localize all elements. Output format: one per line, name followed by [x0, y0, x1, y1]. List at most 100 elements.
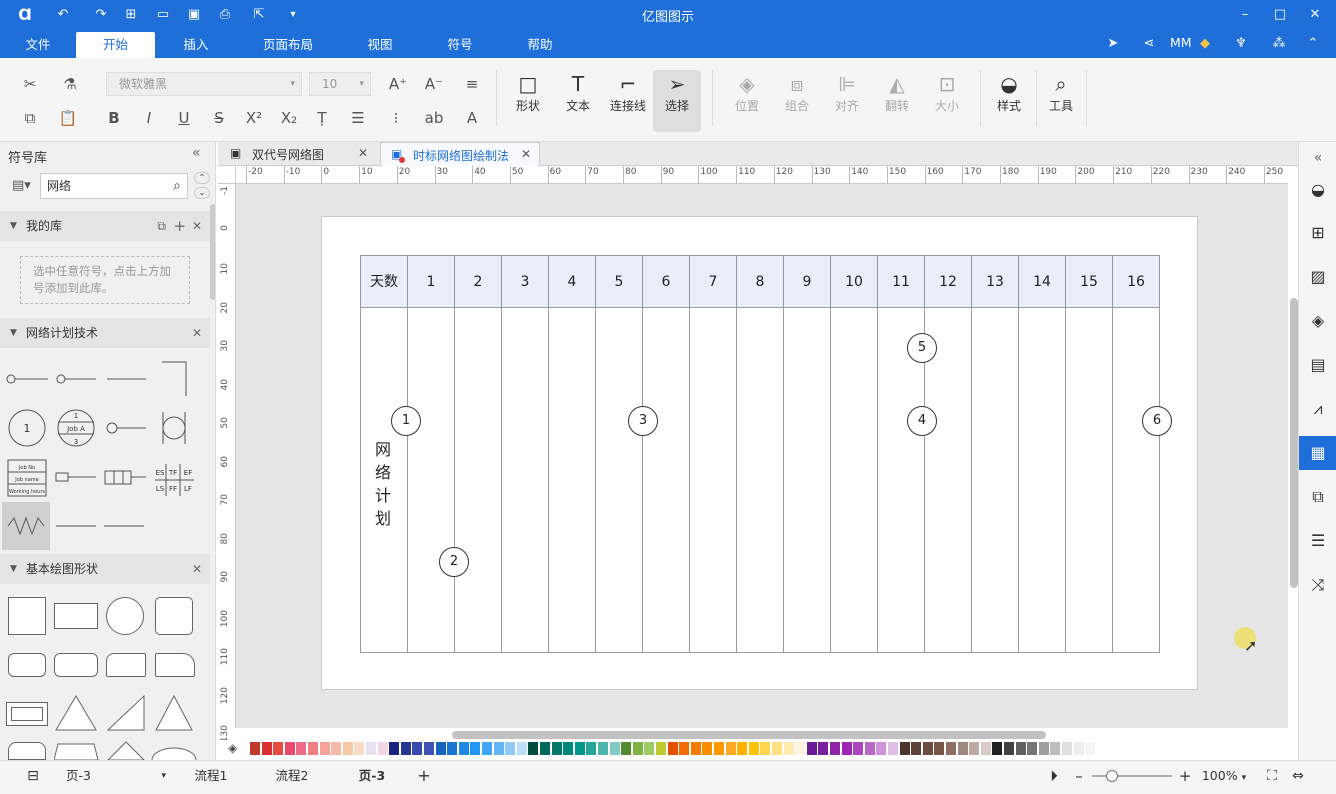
- fill-icon[interactable]: ◒: [1307, 179, 1329, 201]
- library-menu-icon[interactable]: ▤▾: [12, 178, 31, 193]
- color-swatch[interactable]: [609, 742, 620, 755]
- align-text-icon[interactable]: ≡: [460, 74, 484, 94]
- add-icon[interactable]: +: [173, 211, 186, 241]
- color-swatch[interactable]: [702, 742, 713, 755]
- tool-text[interactable]: T 文本: [555, 70, 601, 114]
- underline-icon[interactable]: U: [172, 108, 196, 128]
- font-size-select[interactable]: 10 ▾: [309, 72, 371, 96]
- color-swatch[interactable]: [818, 742, 829, 755]
- tool-align[interactable]: ⊫ 对齐: [824, 70, 870, 114]
- color-swatch[interactable]: [1062, 742, 1072, 755]
- color-swatch[interactable]: [261, 742, 272, 755]
- square-shape[interactable]: [8, 597, 46, 635]
- horizontal-scrollbar[interactable]: [452, 731, 1046, 739]
- color-swatch[interactable]: [308, 742, 318, 755]
- color-swatch[interactable]: [1096, 742, 1107, 755]
- apps-icon[interactable]: ⁂: [1270, 35, 1288, 53]
- color-swatch[interactable]: [1004, 742, 1014, 755]
- collapse-panel-icon[interactable]: «: [192, 145, 201, 161]
- text-style-icon[interactable]: Ṭ: [310, 108, 334, 128]
- color-swatch[interactable]: [284, 742, 295, 755]
- menu-symbol[interactable]: 符号: [436, 32, 484, 58]
- color-swatch[interactable]: [1073, 742, 1084, 755]
- page-icon[interactable]: ▤: [1307, 354, 1329, 376]
- collapse-ribbon-icon[interactable]: ⌃: [1304, 35, 1322, 53]
- expand-panel-icon[interactable]: «: [1307, 147, 1329, 169]
- color-swatch[interactable]: [493, 742, 504, 755]
- outline-icon[interactable]: ☰: [1307, 530, 1329, 552]
- color-swatch[interactable]: [1085, 742, 1096, 755]
- line-spacing-icon[interactable]: ☰: [346, 108, 370, 128]
- image-icon[interactable]: ▨: [1307, 266, 1329, 288]
- search-icon[interactable]: ⌕: [173, 174, 181, 198]
- font-color-icon[interactable]: A: [460, 108, 484, 128]
- color-swatch[interactable]: [922, 742, 933, 755]
- import-icon[interactable]: ⧉: [157, 211, 166, 241]
- network-node[interactable]: 1: [391, 406, 421, 436]
- color-swatch[interactable]: [888, 742, 898, 755]
- color-swatch[interactable]: [992, 742, 1003, 755]
- color-swatch[interactable]: [563, 742, 574, 755]
- rectangle-shape[interactable]: [54, 603, 98, 629]
- maximize-icon[interactable]: □: [1271, 6, 1289, 24]
- color-swatch[interactable]: [690, 742, 701, 755]
- color-swatch[interactable]: [656, 742, 666, 755]
- tool-connector[interactable]: ⌐ 连接线: [605, 70, 651, 114]
- menu-file[interactable]: 文件: [14, 32, 62, 58]
- color-swatch[interactable]: [528, 742, 539, 755]
- menu-home[interactable]: 开始: [76, 32, 155, 58]
- color-swatch[interactable]: [458, 742, 469, 755]
- tool-select[interactable]: ➢ 选择: [653, 70, 701, 132]
- color-swatch[interactable]: [864, 742, 875, 755]
- color-swatch[interactable]: [980, 742, 991, 755]
- color-swatch[interactable]: [331, 742, 342, 755]
- tool-style[interactable]: ◒ 样式: [986, 70, 1032, 114]
- color-swatch[interactable]: [795, 742, 806, 755]
- color-swatch[interactable]: [447, 742, 458, 755]
- tool-shape[interactable]: □ 形状: [505, 70, 551, 114]
- close-section-icon[interactable]: ✕: [192, 554, 202, 584]
- color-swatch[interactable]: [911, 742, 922, 755]
- color-swatch[interactable]: [389, 742, 400, 755]
- color-swatch[interactable]: [342, 742, 353, 755]
- tool-size[interactable]: ⊡ 大小: [924, 70, 970, 114]
- color-swatch[interactable]: [969, 742, 980, 755]
- color-swatch[interactable]: [772, 742, 782, 755]
- tool-position[interactable]: ◈ 位置: [724, 70, 770, 114]
- panel-scrollbar[interactable]: [210, 204, 215, 300]
- close-section-icon[interactable]: ✕: [192, 318, 202, 348]
- color-swatch[interactable]: [319, 742, 330, 755]
- color-swatch[interactable]: [841, 742, 852, 755]
- color-swatch[interactable]: [574, 742, 585, 755]
- font-name-select[interactable]: 微软雅黑 ▾: [106, 72, 302, 96]
- font-shrink-icon[interactable]: A⁻: [422, 74, 446, 94]
- shirt-icon[interactable]: ♆: [1232, 35, 1250, 53]
- color-swatch[interactable]: [377, 742, 388, 755]
- zoom-slider[interactable]: [1092, 775, 1172, 777]
- network-node[interactable]: 5: [907, 333, 937, 363]
- tab-time-scale-network[interactable]: ▣ 时标网络图绘制法 ✕: [380, 142, 540, 167]
- color-swatch[interactable]: [806, 742, 817, 755]
- circle-shape[interactable]: [106, 597, 144, 635]
- drawing-canvas[interactable]: 天数 网 络 计 划 1 2 3 4 5 6 7 8 9 10 11 12 13 14 15 16 1 2 3 4 5 6…: [236, 184, 1288, 728]
- grid-layout-icon[interactable]: ⊞: [1307, 222, 1329, 244]
- fit-width-icon[interactable]: ⇔: [1288, 761, 1308, 791]
- section-my-library[interactable]: ▼ 我的库 ⧉ + ✕: [0, 211, 210, 241]
- strikethrough-icon[interactable]: S: [207, 108, 231, 128]
- color-swatch[interactable]: [435, 742, 446, 755]
- color-swatch[interactable]: [366, 742, 376, 755]
- send-icon[interactable]: ➤: [1104, 35, 1122, 53]
- menu-help[interactable]: 帮助: [516, 32, 564, 58]
- superscript-icon[interactable]: X²: [242, 108, 266, 128]
- close-icon[interactable]: ✕: [1306, 6, 1324, 24]
- color-swatch[interactable]: [273, 742, 284, 755]
- vertical-scrollbar[interactable]: [1290, 298, 1298, 588]
- color-swatch[interactable]: [296, 742, 307, 755]
- font-grow-icon[interactable]: A⁺: [386, 74, 410, 94]
- tab-close-icon[interactable]: ✕: [358, 146, 368, 160]
- color-swatch[interactable]: [957, 742, 968, 755]
- page-tab-active[interactable]: 页-3: [346, 761, 398, 791]
- menu-view[interactable]: 视图: [356, 32, 404, 58]
- frame-shape[interactable]: [6, 702, 48, 726]
- color-swatch[interactable]: [760, 742, 771, 755]
